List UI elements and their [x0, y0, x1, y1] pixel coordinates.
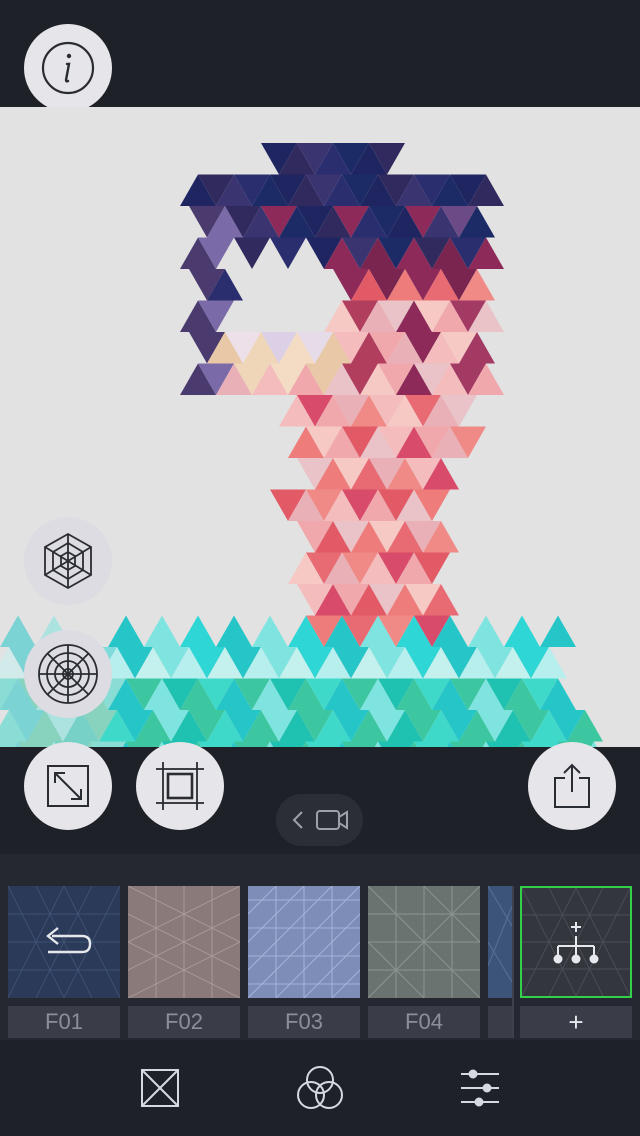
filter-thumb-f03[interactable] [248, 886, 360, 998]
video-toggle[interactable] [276, 794, 363, 846]
mesh-circle-button[interactable] [24, 630, 112, 718]
filter-pattern [522, 888, 630, 996]
add-filter-label[interactable]: + [520, 1006, 632, 1038]
filter-pattern [248, 886, 360, 998]
square-x-icon [141, 1069, 179, 1107]
filter-pattern [368, 886, 480, 998]
filter-pattern [8, 886, 120, 998]
chevron-left-icon [292, 811, 303, 829]
filter-divider [512, 886, 514, 1038]
mosaic-triangle [216, 615, 252, 647]
expand-arrows-icon [47, 765, 89, 807]
filter-label-f04[interactable]: F04 [368, 1006, 480, 1038]
mesh-hex-button[interactable] [24, 517, 112, 605]
mosaic-triangle [468, 615, 504, 647]
filter-label-f03[interactable]: F03 [248, 1006, 360, 1038]
mosaic-triangle [0, 615, 36, 647]
video-camera-icon [315, 810, 348, 830]
mosaic-triangle [108, 615, 144, 647]
info-icon [41, 41, 95, 95]
share-button[interactable] [528, 742, 616, 830]
nav-colors-button[interactable] [294, 1062, 346, 1114]
filter-label-f02[interactable]: F02 [128, 1006, 240, 1038]
mosaic-triangle [540, 615, 576, 647]
nav-adjust-button[interactable] [454, 1062, 506, 1114]
filter-thumb-f01[interactable] [8, 886, 120, 998]
crop-frame-icon [156, 762, 204, 810]
add-filter-thumb[interactable] [520, 886, 632, 998]
share-icon [554, 763, 590, 808]
filter-pattern [488, 886, 512, 998]
mosaic-triangle [270, 237, 306, 269]
mosaic-triangle [144, 615, 180, 647]
filter-label-f01[interactable]: F01 [8, 1006, 120, 1038]
filter-pattern [128, 886, 240, 998]
sliders-icon [461, 1069, 499, 1107]
mosaic-triangle [504, 615, 540, 647]
filter-thumb-partial[interactable] [488, 886, 512, 998]
nav-canvas-button[interactable] [134, 1062, 186, 1114]
crop-button[interactable] [136, 742, 224, 830]
spider-web-hexagon-icon [44, 532, 92, 590]
filter-thumb-f04[interactable] [368, 886, 480, 998]
info-button[interactable] [24, 24, 112, 112]
expand-button[interactable] [24, 742, 112, 830]
mosaic-triangle [252, 615, 288, 647]
filter-label-partial[interactable] [488, 1006, 512, 1038]
mosaic-triangle [180, 615, 216, 647]
color-circles-icon [297, 1066, 343, 1109]
spider-web-circle-icon [38, 644, 98, 704]
filter-thumb-f02[interactable] [128, 886, 240, 998]
mosaic-triangle [234, 237, 270, 269]
